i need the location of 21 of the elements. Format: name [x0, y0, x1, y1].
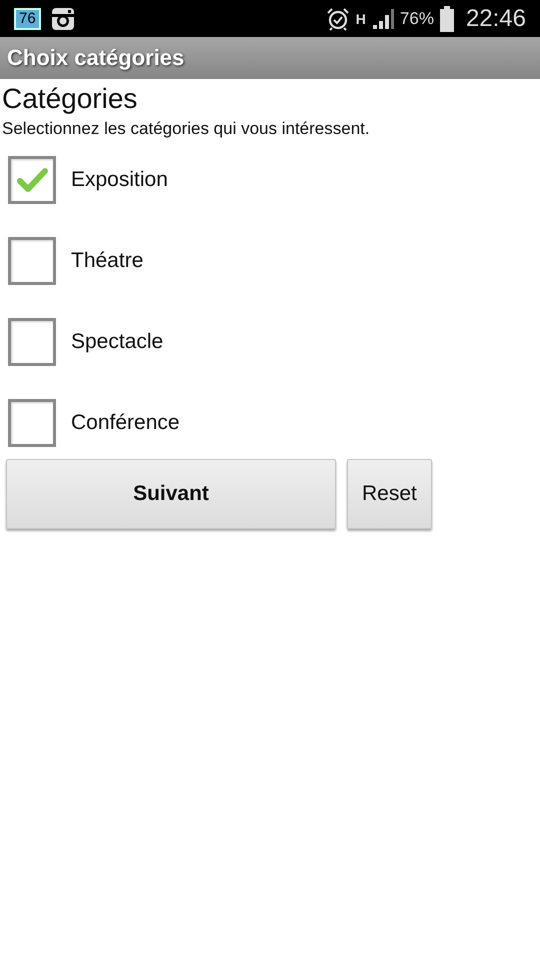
battery-percent: 76%: [400, 8, 434, 28]
instruction-text: Selectionnez les catégories qui vous intéressent.: [2, 119, 371, 139]
camera-icon: [50, 6, 75, 30]
checkbox-label[interactable]: Exposition: [71, 168, 168, 192]
next-button[interactable]: Suivant: [6, 459, 336, 529]
checkbox-label[interactable]: Conférence: [71, 410, 180, 434]
network-type: H: [356, 10, 366, 26]
notification-badge: 76: [14, 8, 41, 30]
heading: Catégories: [2, 83, 138, 115]
alarm-icon: [326, 6, 350, 30]
screen-title: Choix catégories: [7, 45, 184, 71]
clock: 22:46: [466, 4, 526, 32]
checkbox[interactable]: [8, 156, 56, 204]
checkbox[interactable]: [8, 318, 56, 366]
checkbox-label[interactable]: Théatre: [71, 248, 144, 272]
battery-icon: [440, 6, 454, 32]
checkbox-label[interactable]: Spectacle: [71, 330, 164, 354]
checkbox[interactable]: [8, 236, 56, 284]
checkbox[interactable]: [8, 398, 56, 446]
reset-button[interactable]: Reset: [347, 459, 432, 529]
signal-icon: [372, 8, 394, 30]
